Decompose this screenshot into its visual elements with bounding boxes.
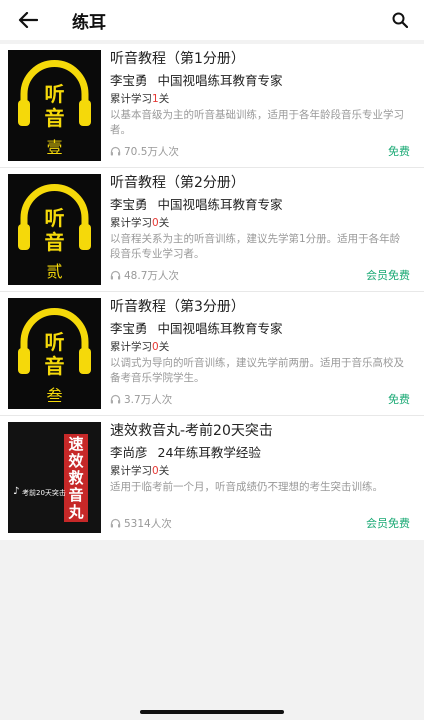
progress-unit: 关 xyxy=(158,465,170,477)
back-button[interactable] xyxy=(8,0,48,40)
progress-unit: 关 xyxy=(158,93,170,105)
course-footer: 70.5万人次 免费 xyxy=(110,144,410,158)
view-count: 48.7万人次 xyxy=(110,268,179,283)
course-title: 听音教程（第1分册） xyxy=(110,51,245,67)
author-title: 中国视唱练耳教育专家 xyxy=(157,73,283,88)
author-title: 24年练耳教学经验 xyxy=(157,445,261,460)
cover-subtitle: 考前20天突击 xyxy=(22,489,66,497)
cover-volume: 壹 xyxy=(46,138,63,157)
progress-label: 累计学习 xyxy=(110,217,152,229)
course-description: 适用于临考前一个月，听音成绩仍不理想的考生突击训练。 xyxy=(110,481,383,493)
course-cover: 听 音 壹 xyxy=(8,50,101,161)
course-footer: 5314人次 会员免费 xyxy=(110,516,410,530)
cover-volume: 贰 xyxy=(46,262,63,281)
progress-count: 1 xyxy=(152,93,159,105)
price-badge: 会员免费 xyxy=(366,517,410,530)
view-count-text: 70.5万人次 xyxy=(124,145,179,158)
course-info: 速效救音丸-考前20天突击 李尚彦 24年练耳教学经验 累计学习0关 适用于临考前… xyxy=(110,422,410,510)
course-list: 听 音 壹 听音教程（第1分册） 李宝勇 中国视唱练耳教育专家 累计学习1关 以基… xyxy=(0,44,424,540)
course-title: 听音教程（第3分册） xyxy=(110,299,245,315)
cover-music-icon: ♪ xyxy=(13,486,20,497)
progress-count: 0 xyxy=(152,341,159,353)
course-title: 速效救音丸-考前20天突击 xyxy=(110,423,273,439)
headphones-small-icon xyxy=(110,518,121,528)
headphones-small-icon xyxy=(110,146,121,156)
cover-title-line2: 音 xyxy=(44,354,65,378)
course-cover: 速效救音丸 ♪ 考前20天突击 xyxy=(8,422,101,533)
study-progress: 累计学习0关 xyxy=(110,340,410,354)
course-cover: 听 音 叁 xyxy=(8,298,101,409)
course-card[interactable]: 听 音 壹 听音教程（第1分册） 李宝勇 中国视唱练耳教育专家 累计学习1关 以基… xyxy=(0,44,424,168)
view-count: 70.5万人次 xyxy=(110,144,179,159)
course-info: 听音教程（第2分册） 李宝勇 中国视唱练耳教育专家 累计学习0关 以音程关系为主的… xyxy=(110,174,410,262)
author-name: 李宝勇 xyxy=(110,197,148,212)
course-cover: 听 音 贰 xyxy=(8,174,101,285)
home-indicator[interactable] xyxy=(140,710,284,714)
course-author-line: 李宝勇 中国视唱练耳教育专家 xyxy=(110,320,410,337)
author-title: 中国视唱练耳教育专家 xyxy=(157,321,283,336)
course-info: 听音教程（第1分册） 李宝勇 中国视唱练耳教育专家 累计学习1关 以基本音级为主的… xyxy=(110,50,410,138)
cover-title-line2: 音 xyxy=(44,230,65,254)
author-title: 中国视唱练耳教育专家 xyxy=(157,197,283,212)
course-card[interactable]: 听 音 贰 听音教程（第2分册） 李宝勇 中国视唱练耳教育专家 累计学习0关 以音… xyxy=(0,168,424,292)
course-author-line: 李尚彦 24年练耳教学经验 xyxy=(110,444,410,461)
progress-count: 0 xyxy=(152,465,159,477)
page-title: 练耳 xyxy=(72,12,106,33)
price-badge: 免费 xyxy=(388,145,410,158)
top-bar: 练耳 xyxy=(0,0,424,40)
progress-count: 0 xyxy=(152,217,159,229)
course-description: 以音程关系为主的听音训练，建议先学第1分册。适用于各年龄段音乐专业学习者。 xyxy=(110,233,401,260)
course-footer: 3.7万人次 免费 xyxy=(110,392,410,406)
search-icon xyxy=(392,12,408,28)
course-card[interactable]: 速效救音丸 ♪ 考前20天突击 速效救音丸-考前20天突击 李尚彦 24年练耳教学… xyxy=(0,416,424,540)
progress-unit: 关 xyxy=(158,217,170,229)
view-count-text: 48.7万人次 xyxy=(124,269,179,282)
study-progress: 累计学习0关 xyxy=(110,216,410,230)
author-name: 李尚彦 xyxy=(110,445,148,460)
cover-title-line2: 音 xyxy=(44,106,65,130)
view-count: 3.7万人次 xyxy=(110,392,172,407)
progress-label: 累计学习 xyxy=(110,341,152,353)
study-progress: 累计学习0关 xyxy=(110,464,410,478)
view-count-text: 3.7万人次 xyxy=(124,393,173,406)
course-card[interactable]: 听 音 叁 听音教程（第3分册） 李宝勇 中国视唱练耳教育专家 累计学习0关 以调… xyxy=(0,292,424,416)
course-author-line: 李宝勇 中国视唱练耳教育专家 xyxy=(110,72,410,89)
progress-label: 累计学习 xyxy=(110,465,152,477)
course-description: 以调式为导向的听音训练，建议先学前两册。适用于音乐高校及备考音乐学院学生。 xyxy=(110,357,404,384)
view-count: 5314人次 xyxy=(110,516,172,531)
headphones-small-icon xyxy=(110,270,121,280)
course-footer: 48.7万人次 会员免费 xyxy=(110,268,410,282)
arrow-left-icon xyxy=(18,12,38,28)
cover-vertical-title: 速效救音丸 xyxy=(68,435,84,521)
course-author-line: 李宝勇 中国视唱练耳教育专家 xyxy=(110,196,410,213)
author-name: 李宝勇 xyxy=(110,73,148,88)
study-progress: 累计学习1关 xyxy=(110,92,410,106)
view-count-text: 5314人次 xyxy=(124,517,172,530)
cover-volume: 叁 xyxy=(46,386,63,405)
price-badge: 会员免费 xyxy=(366,269,410,282)
headphones-small-icon xyxy=(110,394,121,404)
price-badge: 免费 xyxy=(388,393,410,406)
author-name: 李宝勇 xyxy=(110,321,148,336)
course-info: 听音教程（第3分册） 李宝勇 中国视唱练耳教育专家 累计学习0关 以调式为导向的听… xyxy=(110,298,410,386)
course-description: 以基本音级为主的听音基础训练，适用于各年龄段音乐专业学习者。 xyxy=(110,109,404,136)
search-button[interactable] xyxy=(388,8,412,32)
progress-label: 累计学习 xyxy=(110,93,152,105)
progress-unit: 关 xyxy=(158,341,170,353)
course-title: 听音教程（第2分册） xyxy=(110,175,245,191)
